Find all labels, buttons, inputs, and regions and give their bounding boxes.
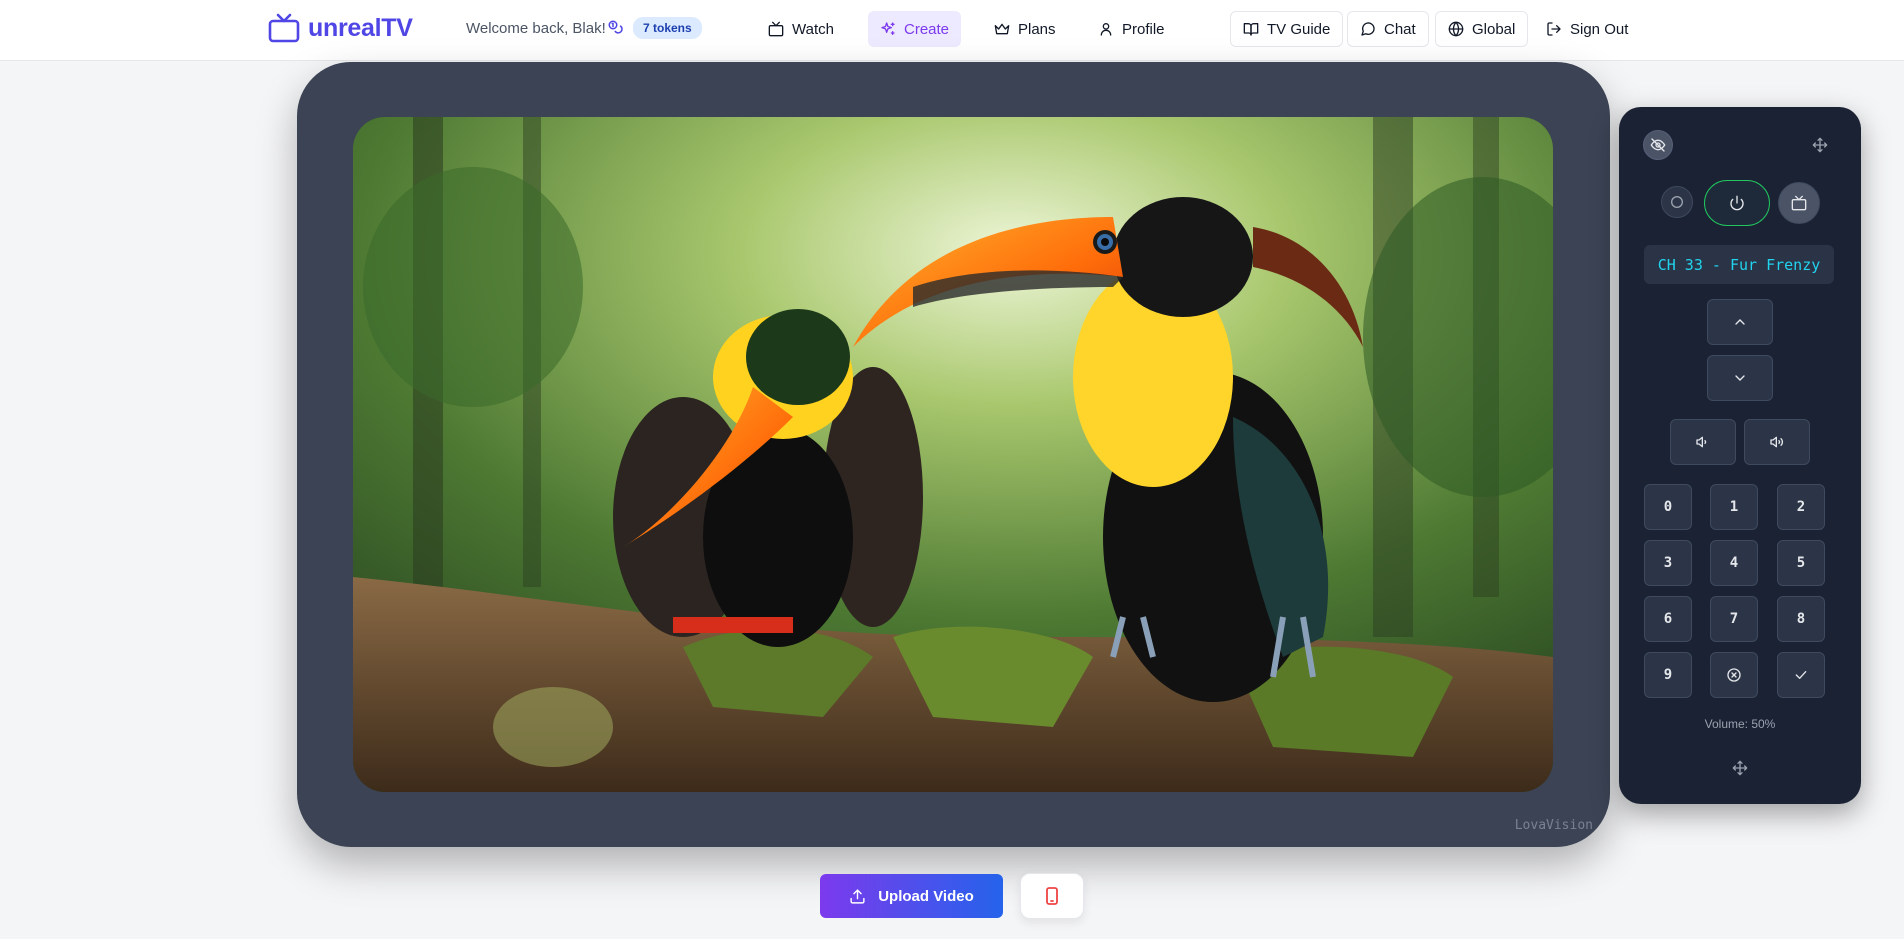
- tv-icon: [1791, 195, 1807, 211]
- log-out-icon: [1547, 22, 1561, 36]
- key-4-button[interactable]: 4: [1710, 540, 1758, 586]
- volume-down-button[interactable]: [1670, 419, 1736, 465]
- channel-up-button[interactable]: [1707, 299, 1773, 345]
- key-3-button[interactable]: 3: [1644, 540, 1692, 586]
- chat-label: Chat: [1384, 20, 1416, 38]
- volume-readout: Volume: 50%: [1704, 717, 1776, 731]
- chevron-up-icon: [1735, 319, 1745, 325]
- power-icon: [1730, 195, 1744, 211]
- volume-low-icon: [1696, 436, 1707, 448]
- nav-plans-button[interactable]: Plans: [982, 11, 1068, 47]
- key-5-button[interactable]: 5: [1777, 540, 1825, 586]
- smartphone-icon: [1046, 887, 1058, 905]
- mute-toggle-button[interactable]: [1661, 186, 1693, 218]
- clear-button[interactable]: [1710, 652, 1758, 698]
- check-icon: [1795, 671, 1807, 679]
- mobile-view-button[interactable]: [1020, 873, 1084, 919]
- chat-button[interactable]: Chat: [1347, 11, 1429, 47]
- move-icon: [1812, 137, 1828, 153]
- move-icon: [1732, 760, 1748, 776]
- channel-display: CH 33 - Fur Frenzy: [1644, 245, 1834, 284]
- book-open-icon: [1243, 23, 1259, 36]
- tv-screen[interactable]: [353, 117, 1553, 792]
- eye-off-icon: [1650, 138, 1666, 152]
- volume-up-button[interactable]: [1744, 419, 1810, 465]
- volume-high-icon: [1770, 436, 1784, 448]
- key-1-button[interactable]: 1: [1710, 484, 1758, 530]
- nav-plans-label: Plans: [1018, 20, 1056, 38]
- chevron-down-icon: [1735, 375, 1745, 381]
- sign-out-label: Sign Out: [1570, 20, 1629, 38]
- tv-brand-label: LovaVision: [1514, 818, 1593, 833]
- tv-guide-label: TV Guide: [1267, 20, 1331, 38]
- user-icon: [1100, 23, 1112, 36]
- upload-icon: [850, 888, 865, 904]
- key-7-button[interactable]: 7: [1710, 596, 1758, 642]
- video-frame: [353, 117, 1553, 792]
- channel-down-button[interactable]: [1707, 355, 1773, 401]
- confirm-button[interactable]: [1777, 652, 1825, 698]
- key-8-button[interactable]: 8: [1777, 596, 1825, 642]
- nav-create-label: Create: [904, 20, 950, 38]
- nav-profile-button[interactable]: Profile: [1086, 11, 1177, 47]
- key-0-button[interactable]: 0: [1644, 484, 1692, 530]
- globe-icon: [1448, 21, 1464, 37]
- sparkles-icon: [881, 22, 895, 35]
- logo-text: unrealTV: [308, 13, 413, 42]
- circle-icon: [1671, 196, 1683, 208]
- logo[interactable]: unrealTV: [268, 13, 413, 43]
- welcome-text: Welcome back, Blak!: [466, 20, 606, 37]
- global-button[interactable]: Global: [1435, 11, 1529, 47]
- tv-frame: LovaVision: [297, 62, 1610, 847]
- message-circle-icon: [1361, 22, 1375, 36]
- nav-watch-button[interactable]: Watch: [756, 11, 846, 47]
- key-2-button[interactable]: 2: [1777, 484, 1825, 530]
- nav-create-button[interactable]: Create: [868, 11, 962, 47]
- remote-control: CH 33 - Fur Frenzy 0 1 2 3 4 5 6 7 8 9 V…: [1619, 107, 1861, 804]
- tv-icon: [768, 21, 784, 37]
- drag-handle-bottom[interactable]: [1725, 753, 1755, 783]
- global-label: Global: [1472, 20, 1516, 38]
- tv-guide-button[interactable]: TV Guide: [1230, 11, 1344, 47]
- nav-watch-label: Watch: [792, 20, 834, 38]
- nav-profile-label: Profile: [1122, 20, 1165, 38]
- hide-remote-button[interactable]: [1643, 130, 1673, 160]
- tokens-badge: 7 tokens: [633, 17, 702, 39]
- sign-out-button[interactable]: Sign Out: [1534, 11, 1640, 47]
- upload-video-button[interactable]: Upload Video: [820, 874, 1003, 918]
- key-9-button[interactable]: 9: [1644, 652, 1692, 698]
- crown-icon: [994, 23, 1010, 35]
- drag-handle-top[interactable]: [1805, 130, 1835, 160]
- tv-mode-button[interactable]: [1778, 182, 1820, 224]
- token-balance: 7 tokens: [607, 17, 702, 39]
- power-button[interactable]: [1704, 180, 1770, 226]
- top-nav: unrealTV Welcome back, Blak! 7 tokens Wa…: [0, 0, 1904, 61]
- tv-icon: [268, 13, 300, 43]
- x-circle-icon: [1727, 668, 1741, 682]
- coins-icon: [608, 20, 623, 34]
- key-6-button[interactable]: 6: [1644, 596, 1692, 642]
- upload-video-label: Upload Video: [878, 887, 974, 905]
